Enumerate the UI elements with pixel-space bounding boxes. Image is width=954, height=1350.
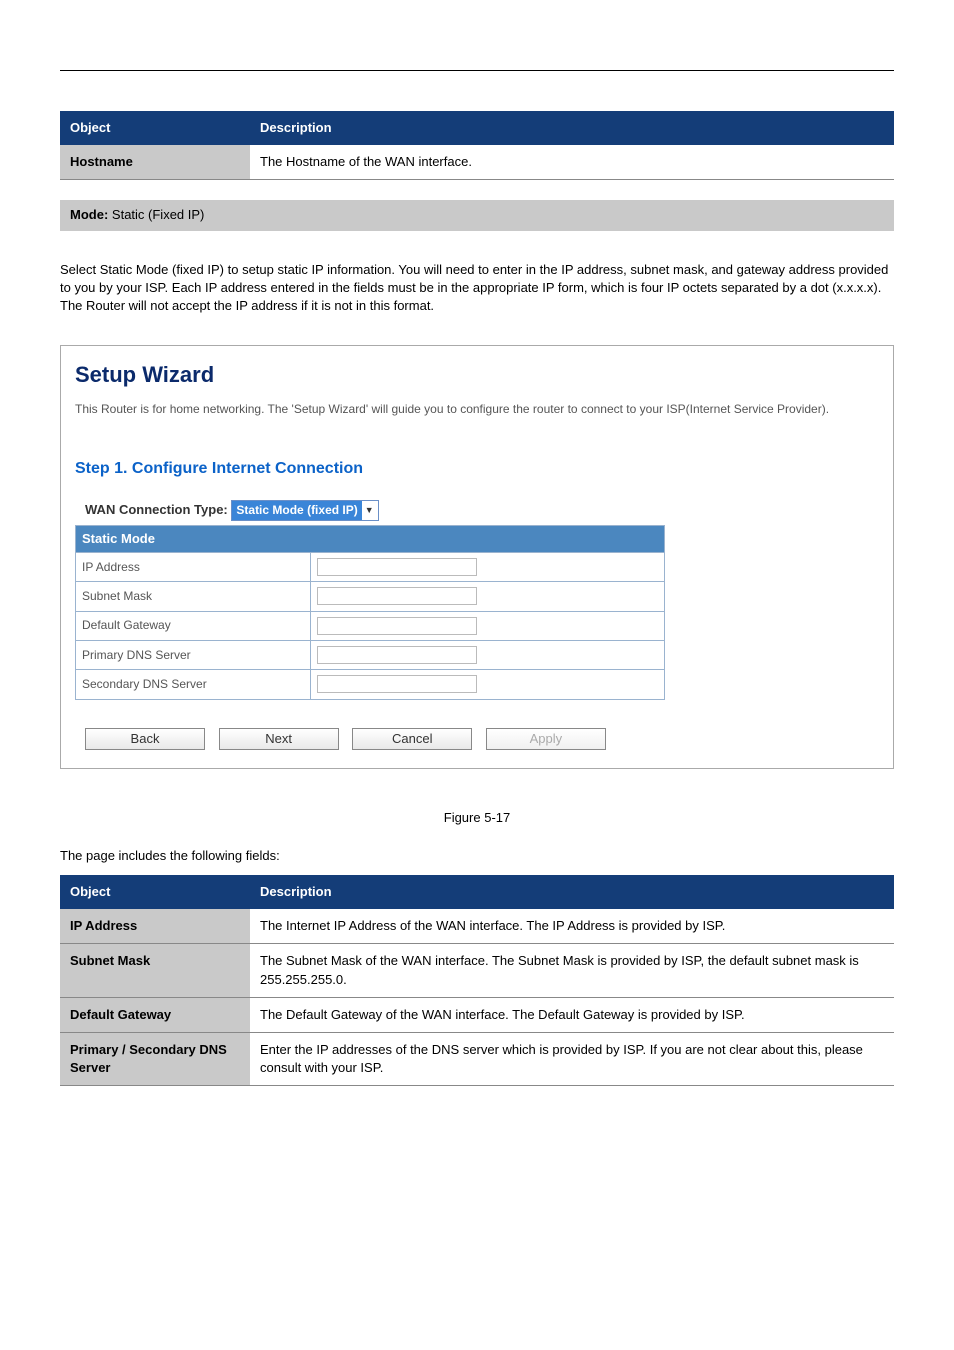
table-row: Default Gateway: [76, 611, 665, 640]
bottom-table-header-object: Object: [60, 875, 250, 909]
bottom-object-table: Object Description IP Address The Intern…: [60, 875, 894, 1086]
default-gateway-input[interactable]: [317, 617, 477, 635]
bottom-desc-0: The Internet IP Address of the WAN inter…: [250, 909, 894, 944]
setup-wizard-card: Setup Wizard This Router is for home net…: [60, 345, 894, 768]
horizontal-rule: [60, 70, 894, 71]
bottom-desc-1: The Subnet Mask of the WAN interface. Th…: [250, 944, 894, 997]
back-button[interactable]: Back: [85, 728, 205, 750]
table-row: Hostname The Hostname of the WAN interfa…: [60, 145, 894, 180]
top-object-table: Object Description Hostname The Hostname…: [60, 111, 894, 180]
chevron-down-icon: ▼: [362, 504, 378, 517]
apply-button: Apply: [486, 728, 606, 750]
field-label-ip: IP Address: [76, 553, 311, 582]
wizard-title: Setup Wizard: [75, 360, 879, 391]
next-button[interactable]: Next: [219, 728, 339, 750]
wan-connection-label: WAN Connection Type:: [85, 502, 228, 517]
wan-connection-row: WAN Connection Type: Static Mode (fixed …: [75, 500, 879, 521]
subnet-mask-input[interactable]: [317, 587, 477, 605]
mode-prefix: Mode:: [70, 207, 108, 222]
field-label-dns1: Primary DNS Server: [76, 640, 311, 669]
top-table-object: Hostname: [60, 145, 250, 180]
figure-caption: Figure 5-17: [60, 809, 894, 827]
primary-dns-input[interactable]: [317, 646, 477, 664]
top-table-header-desc: Description: [250, 111, 894, 145]
secondary-dns-input[interactable]: [317, 675, 477, 693]
bottom-desc-2: The Default Gateway of the WAN interface…: [250, 997, 894, 1032]
bottom-object-0: IP Address: [60, 909, 250, 944]
mode-bar: Mode: Static (Fixed IP): [60, 200, 894, 230]
wan-connection-value: Static Mode (fixed IP): [232, 501, 361, 520]
static-mode-table: Static Mode IP Address Subnet Mask Defau…: [75, 525, 665, 700]
wizard-description: This Router is for home networking. The …: [75, 401, 879, 418]
table-row: Subnet Mask The Subnet Mask of the WAN i…: [60, 944, 894, 997]
bottom-desc-3: Enter the IP addresses of the DNS server…: [250, 1032, 894, 1085]
top-table-header-object: Object: [60, 111, 250, 145]
step-title: Step 1. Configure Internet Connection: [75, 458, 879, 480]
bottom-table-header-desc: Description: [250, 875, 894, 909]
table-row: IP Address: [76, 553, 665, 582]
bottom-intro: The page includes the following fields:: [60, 847, 894, 865]
mode-value: Static (Fixed IP): [112, 207, 204, 222]
wizard-button-row: Back Next Cancel Apply: [75, 728, 879, 750]
bottom-object-3: Primary / Secondary DNS Server: [60, 1032, 250, 1085]
wan-connection-select[interactable]: Static Mode (fixed IP)▼: [231, 500, 378, 521]
static-mode-header: Static Mode: [76, 525, 665, 552]
table-row: Secondary DNS Server: [76, 670, 665, 699]
cancel-button[interactable]: Cancel: [352, 728, 472, 750]
table-row: Primary DNS Server: [76, 640, 665, 669]
table-row: Primary / Secondary DNS Server Enter the…: [60, 1032, 894, 1085]
intro-paragraph: Select Static Mode (fixed IP) to setup s…: [60, 261, 894, 316]
field-label-gateway: Default Gateway: [76, 611, 311, 640]
table-row: Subnet Mask: [76, 582, 665, 611]
top-table-desc: The Hostname of the WAN interface.: [250, 145, 894, 180]
field-label-dns2: Secondary DNS Server: [76, 670, 311, 699]
table-row: IP Address The Internet IP Address of th…: [60, 909, 894, 944]
bottom-object-1: Subnet Mask: [60, 944, 250, 997]
table-row: Default Gateway The Default Gateway of t…: [60, 997, 894, 1032]
field-label-subnet: Subnet Mask: [76, 582, 311, 611]
ip-address-input[interactable]: [317, 558, 477, 576]
bottom-object-2: Default Gateway: [60, 997, 250, 1032]
